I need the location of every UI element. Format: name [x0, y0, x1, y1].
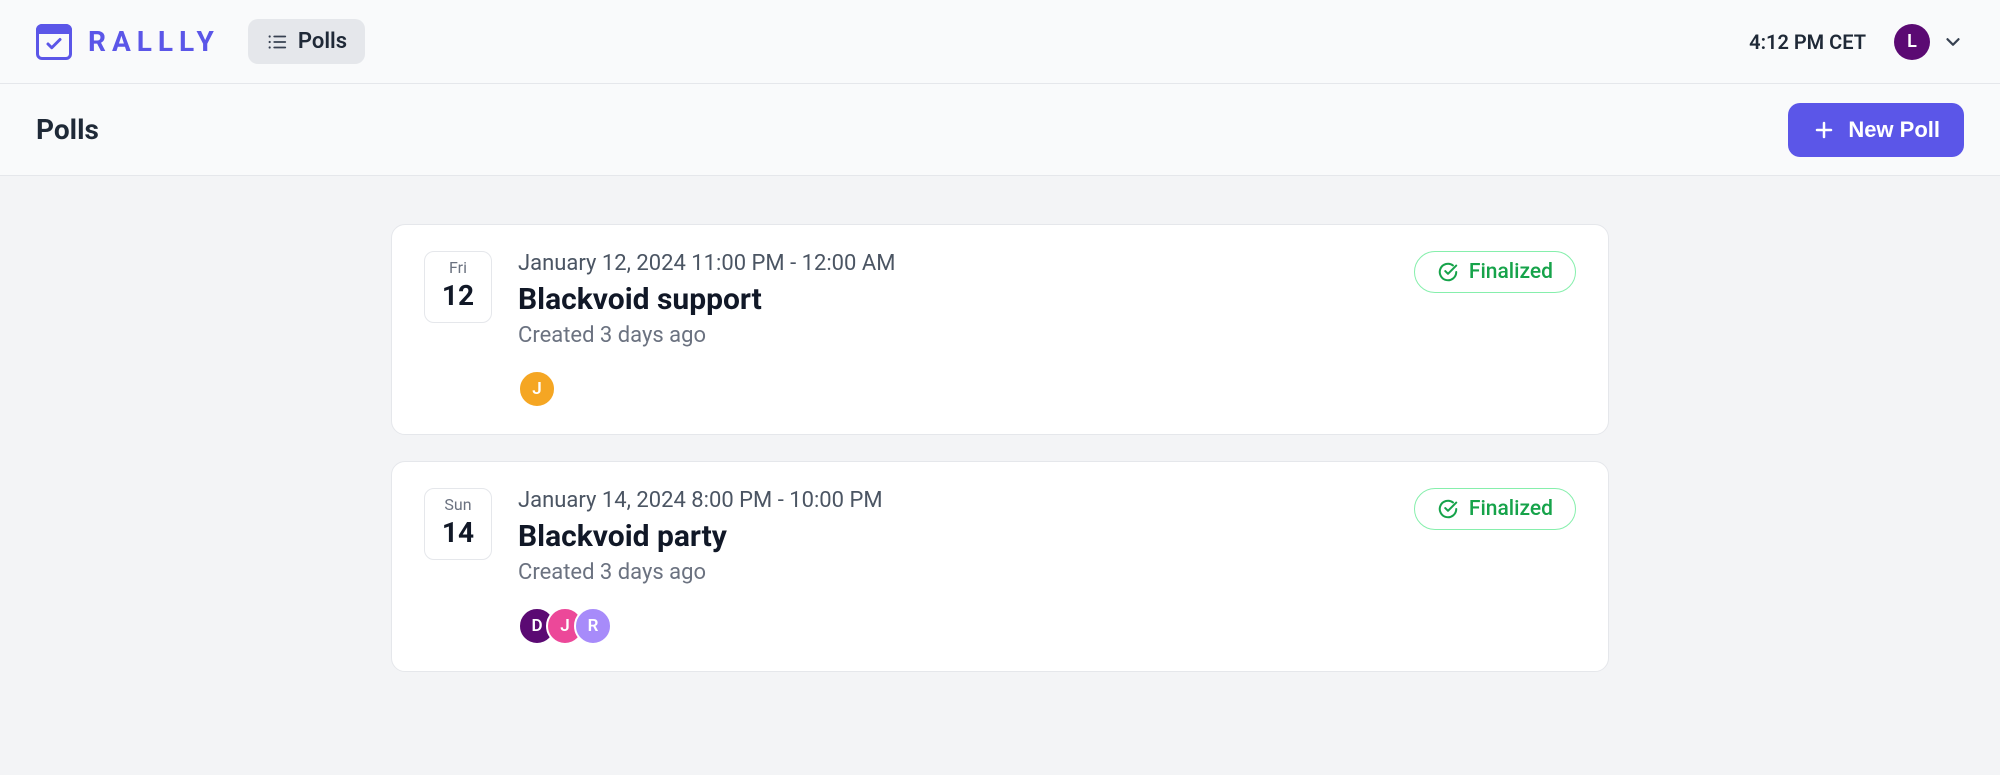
user-menu[interactable]: L: [1894, 24, 1964, 60]
new-poll-label: New Poll: [1848, 117, 1940, 143]
check-circle-icon: [1437, 261, 1459, 283]
brand-link[interactable]: RALLLY: [36, 24, 220, 60]
check-circle-icon: [1437, 498, 1459, 520]
brand-wordmark: RALLLY: [88, 25, 220, 58]
new-poll-button[interactable]: New Poll: [1788, 103, 1964, 157]
poll-card[interactable]: Fri 12 January 12, 2024 11:00 PM - 12:00…: [391, 224, 1609, 435]
date-chip: Fri 12: [424, 251, 492, 323]
date-chip: Sun 14: [424, 488, 492, 560]
status-label: Finalized: [1469, 497, 1553, 521]
chevron-down-icon: [1942, 31, 1964, 53]
poll-title: Blackvoid party: [518, 519, 1388, 554]
status-badge: Finalized: [1414, 488, 1576, 530]
primary-nav: Polls: [248, 19, 365, 64]
date-dom: 12: [442, 279, 474, 312]
participant-avatars: J: [518, 370, 1388, 408]
top-nav: RALLLY Polls 4:12 PM CET L: [0, 0, 2000, 84]
polls-list: Fri 12 January 12, 2024 11:00 PM - 12:00…: [0, 176, 2000, 720]
status-label: Finalized: [1469, 260, 1553, 284]
poll-card[interactable]: Sun 14 January 14, 2024 8:00 PM - 10:00 …: [391, 461, 1609, 672]
poll-created: Created 3 days ago: [518, 323, 1388, 348]
date-dom: 14: [442, 516, 474, 549]
participant-avatar: J: [518, 370, 556, 408]
brand-logo-icon: [36, 24, 72, 60]
sub-header: Polls New Poll: [0, 84, 2000, 176]
poll-main: January 12, 2024 11:00 PM - 12:00 AM Bla…: [518, 251, 1388, 408]
poll-datetime: January 14, 2024 8:00 PM - 10:00 PM: [518, 488, 1388, 513]
nav-item-label: Polls: [298, 29, 347, 54]
header-clock: 4:12 PM CET: [1749, 30, 1866, 54]
poll-main: January 14, 2024 8:00 PM - 10:00 PM Blac…: [518, 488, 1388, 645]
plus-icon: [1812, 118, 1836, 142]
avatar: L: [1894, 24, 1930, 60]
poll-datetime: January 12, 2024 11:00 PM - 12:00 AM: [518, 251, 1388, 276]
participant-avatar: R: [574, 607, 612, 645]
poll-created: Created 3 days ago: [518, 560, 1388, 585]
page-title: Polls: [36, 113, 99, 146]
date-dow: Sun: [425, 495, 491, 514]
participant-avatars: D J R: [518, 607, 1388, 645]
poll-title: Blackvoid support: [518, 282, 1388, 317]
status-badge: Finalized: [1414, 251, 1576, 293]
list-icon: [266, 31, 288, 53]
date-dow: Fri: [425, 258, 491, 277]
nav-item-polls[interactable]: Polls: [248, 19, 365, 64]
